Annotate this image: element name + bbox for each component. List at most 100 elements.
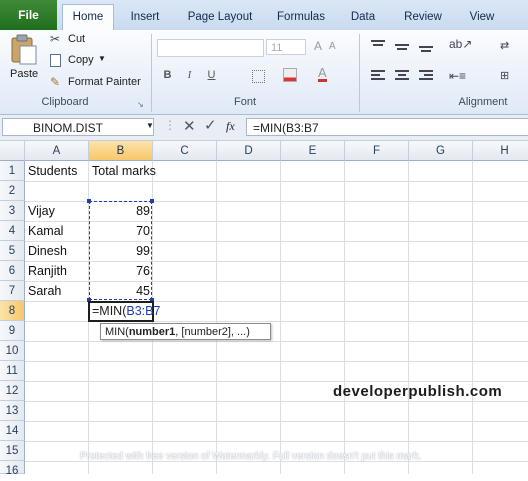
align-middle-icon[interactable]	[395, 40, 409, 52]
alignment-group-label: Alignment	[458, 96, 508, 108]
function-tooltip: MIN(number1, [number2], ...)	[100, 323, 271, 340]
cut-button[interactable]: ✂ Cut	[48, 32, 98, 48]
enter-icon[interactable]: ✓	[204, 116, 217, 134]
column-header[interactable]: D	[217, 141, 281, 161]
cancel-icon[interactable]: ✕	[183, 117, 196, 135]
cut-label: Cut	[68, 33, 86, 45]
row-header[interactable]: 15	[0, 441, 25, 461]
paintbrush-icon: ✎	[50, 75, 61, 89]
align-right-icon[interactable]	[419, 70, 433, 82]
tab-data[interactable]: Data	[343, 6, 383, 28]
row-header[interactable]: 6	[0, 261, 25, 281]
row-header[interactable]: 14	[0, 421, 25, 441]
tab-home[interactable]: Home	[62, 4, 114, 31]
row-header[interactable]: 2	[0, 181, 25, 201]
active-cell-b8[interactable]: =MIN(B3:B7	[88, 301, 160, 322]
ribbon: Paste ✂ Cut Copy ▼ ✎ Format Painter Clip…	[0, 30, 528, 115]
cell-a7[interactable]: Sarah	[28, 281, 61, 301]
range-handle[interactable]	[150, 199, 154, 203]
underline-button[interactable]: U	[204, 68, 219, 83]
range-handle[interactable]	[87, 199, 91, 203]
ribbon-separator	[359, 34, 360, 112]
grow-font-icon[interactable]: A	[314, 39, 322, 53]
tab-insert[interactable]: Insert	[122, 6, 168, 28]
borders-icon[interactable]	[252, 70, 265, 83]
row-header[interactable]: 12	[0, 381, 25, 401]
cell-a4[interactable]: Kamal	[28, 221, 63, 241]
column-header[interactable]: E	[281, 141, 345, 161]
ribbon-tab-bar: File Home Insert Page Layout Formulas Da…	[0, 0, 528, 31]
column-header[interactable]: B	[89, 141, 153, 161]
italic-button[interactable]: I	[182, 68, 197, 83]
merge-icon[interactable]: ⊞	[500, 69, 509, 82]
paste-icon	[11, 34, 37, 65]
range-reference-marquee	[89, 201, 152, 300]
row-header[interactable]: 13	[0, 401, 25, 421]
bold-button[interactable]: B	[160, 68, 175, 83]
tooltip-current-arg[interactable]: number1	[129, 326, 175, 338]
name-box[interactable]: BINOM.DIST	[2, 118, 154, 136]
shrink-font-icon[interactable]: A	[329, 41, 336, 52]
format-painter-button[interactable]: ✎ Format Painter	[48, 75, 148, 91]
row-header[interactable]: 1	[0, 161, 25, 181]
paste-button[interactable]: Paste	[4, 32, 42, 92]
format-painter-label: Format Painter	[68, 76, 141, 88]
align-left-icon[interactable]	[371, 70, 385, 82]
font-group-label: Font	[233, 96, 256, 108]
clipboard-group-label: Clipboard	[41, 96, 89, 108]
tab-file[interactable]: File	[0, 0, 57, 30]
wrap-text-icon[interactable]: ⇄	[500, 39, 509, 52]
cell-a3[interactable]: Vijay	[28, 201, 55, 221]
align-center-icon[interactable]	[395, 70, 409, 82]
tooltip-function-name[interactable]: MIN(	[105, 326, 129, 338]
row-header[interactable]: 8	[0, 301, 25, 321]
watermarkly-notice: Protected with free version of Watermark…	[80, 451, 422, 462]
tab-review[interactable]: Review	[398, 6, 448, 28]
site-watermark: developerpublish.com	[333, 383, 503, 400]
row-header[interactable]: 3	[0, 201, 25, 221]
paste-label: Paste	[10, 68, 39, 80]
chevron-down-icon[interactable]: ▼	[146, 121, 154, 130]
row-header[interactable]: 4	[0, 221, 25, 241]
copy-icon	[50, 54, 61, 67]
tab-page-layout[interactable]: Page Layout	[181, 6, 259, 28]
column-header[interactable]: A	[25, 141, 89, 161]
tab-view[interactable]: View	[460, 6, 504, 28]
column-header[interactable]: F	[345, 141, 409, 161]
row-header[interactable]: 5	[0, 241, 25, 261]
cell-edit-text: =MIN(	[92, 304, 127, 318]
tab-formulas[interactable]: Formulas	[270, 6, 332, 28]
column-header[interactable]: G	[409, 141, 473, 161]
cell-a6[interactable]: Ranjith	[28, 261, 67, 281]
copy-label: Copy	[68, 54, 94, 66]
tooltip-rest-args: , [number2], ...)	[175, 326, 250, 338]
chevron-down-icon: ▼	[98, 54, 106, 63]
scissors-icon: ✂	[50, 32, 61, 46]
row-header[interactable]: 11	[0, 361, 25, 381]
row-header[interactable]: 9	[0, 321, 25, 341]
column-header[interactable]: C	[153, 141, 217, 161]
indent-icon[interactable]: ⇤≡	[449, 69, 466, 83]
fill-color-icon[interactable]	[283, 68, 297, 82]
row-header[interactable]: 7	[0, 281, 25, 301]
dialog-launcher-icon[interactable]: ↘	[137, 100, 144, 109]
row-header[interactable]: 16	[0, 461, 25, 477]
align-bottom-icon[interactable]	[419, 40, 433, 52]
row-header[interactable]: 10	[0, 341, 25, 361]
formula-input[interactable]: =MIN(B3:B7	[246, 118, 528, 136]
cell-edit-range-ref: B3:B7	[126, 304, 161, 318]
copy-button[interactable]: Copy ▼	[48, 53, 112, 69]
ribbon-separator	[151, 34, 152, 112]
column-header[interactable]: H	[473, 141, 528, 161]
cell-a5[interactable]: Dinesh	[28, 241, 67, 261]
align-top-icon[interactable]	[371, 40, 385, 52]
font-size-combo[interactable]: 11	[266, 39, 306, 55]
cell-b1[interactable]: Total marks	[92, 161, 156, 181]
resize-handle-icon[interactable]: ⋮	[164, 118, 176, 132]
cell-a1[interactable]: Students	[28, 161, 77, 181]
select-all-corner[interactable]	[0, 141, 25, 161]
font-name-combo[interactable]	[157, 39, 264, 57]
font-color-icon[interactable]: A	[318, 66, 327, 82]
orientation-icon[interactable]: ab↗	[449, 37, 472, 51]
insert-function-button[interactable]: fx	[226, 119, 235, 134]
